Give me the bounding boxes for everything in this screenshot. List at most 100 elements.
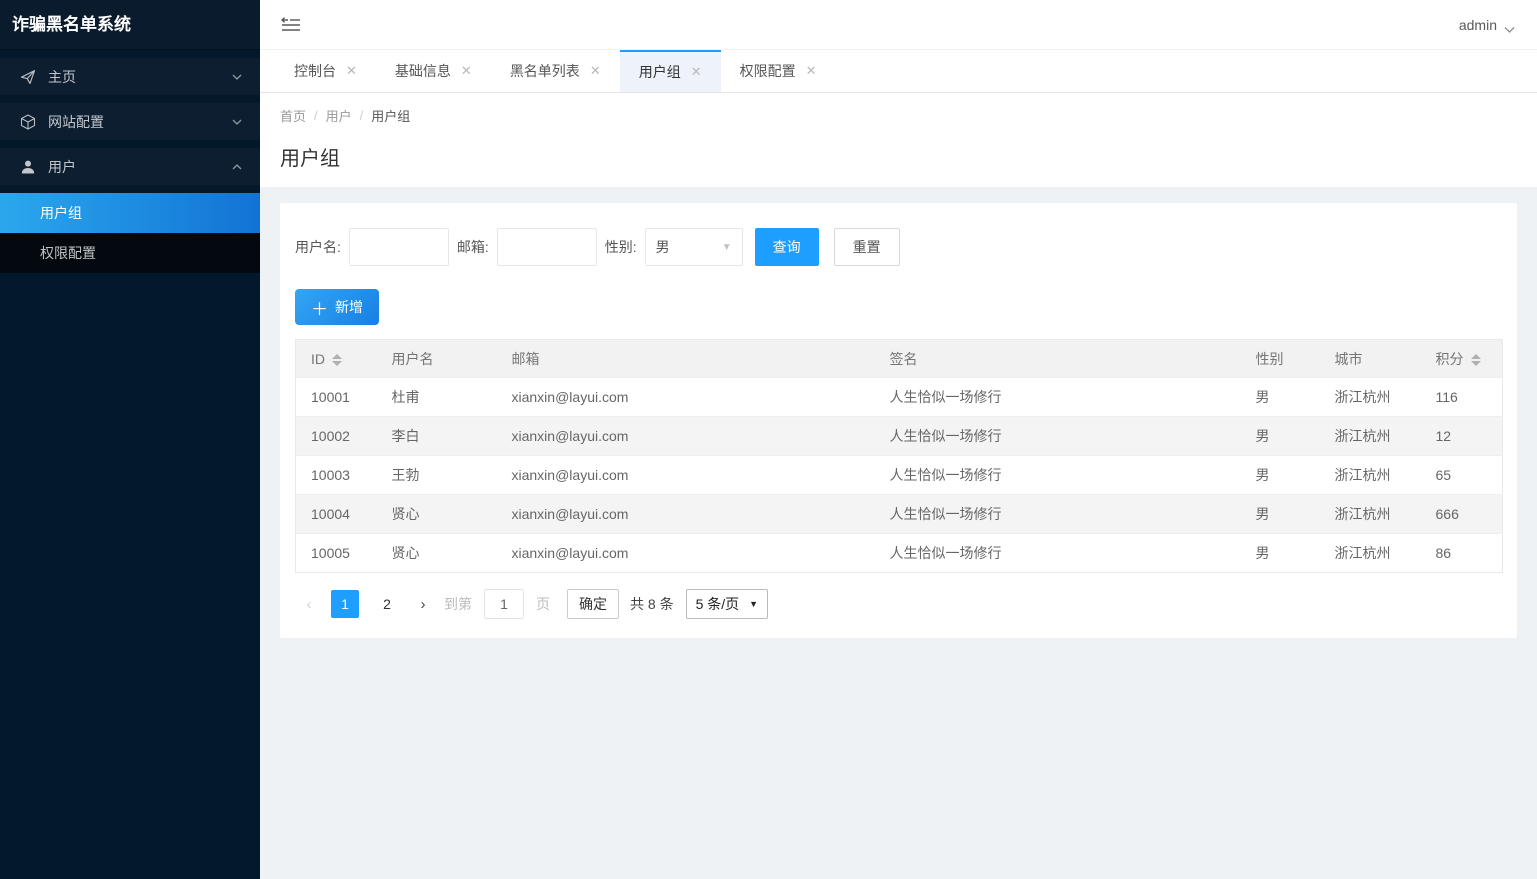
cell-username: 李白 <box>376 416 497 456</box>
close-icon[interactable]: ✕ <box>461 63 472 79</box>
page-unit-label: 页 <box>536 596 550 612</box>
gender-label: 性别: <box>604 239 637 255</box>
username-input[interactable] <box>348 228 449 266</box>
column-header-score[interactable]: 积分 <box>1420 339 1503 378</box>
sort-icon[interactable] <box>332 353 342 366</box>
user-table: ID 用户名 邮箱 签名 性别 城市 积分 10001 杜甫 xianxin@l… <box>295 339 1503 573</box>
chevron-down-icon <box>1504 21 1515 33</box>
goto-page-input[interactable] <box>484 589 524 619</box>
sidebar-item-site-config[interactable]: 网站配置 <box>0 103 260 140</box>
sort-icon[interactable] <box>1470 353 1481 366</box>
cell-email: xianxin@layui.com <box>496 494 875 534</box>
search-button[interactable]: 查询 <box>754 228 819 266</box>
page-button-2[interactable]: 2 <box>373 590 401 618</box>
tab-permission-config[interactable]: 权限配置 ✕ <box>721 50 836 92</box>
cell-email: xianxin@layui.com <box>496 455 875 495</box>
content-area: 用户名: 邮箱: 性别: 男 ▼ 查询 重置 ＋ 新增 ID 用户名 邮箱 签名… <box>260 187 1537 879</box>
table-row: 10003 王勃 xianxin@layui.com 人生恰似一场修行 男 浙江… <box>295 455 1503 495</box>
tab-label: 黑名单列表 <box>509 63 580 79</box>
page-title: 用户组 <box>280 148 340 170</box>
cell-email: xianxin@layui.com <box>496 533 875 573</box>
breadcrumb-separator: / <box>314 108 318 123</box>
cell-username: 杜甫 <box>376 377 497 417</box>
cell-score: 86 <box>1420 533 1503 573</box>
pagination: ‹ 1 2 › 到第 页 确定 共 8 条 5 条/页 ▼ <box>295 589 1502 619</box>
gender-selected-value: 男 <box>655 239 670 255</box>
cell-city: 浙江杭州 <box>1319 494 1421 534</box>
goto-label: 到第 <box>444 596 472 612</box>
column-header-email: 邮箱 <box>496 339 875 378</box>
cell-id: 10002 <box>295 416 377 456</box>
sidebar-item-home[interactable]: 主页 <box>0 58 260 95</box>
sidebar-item-permission-config[interactable]: 权限配置 <box>0 233 260 273</box>
column-header-username: 用户名 <box>376 339 497 378</box>
email-label: 邮箱: <box>456 239 489 255</box>
cell-signature: 人生恰似一场修行 <box>874 416 1241 456</box>
prev-page-button[interactable]: ‹ <box>301 596 317 613</box>
cell-gender: 男 <box>1240 455 1320 495</box>
close-icon[interactable]: ✕ <box>806 63 817 79</box>
cell-gender: 男 <box>1240 377 1320 417</box>
user-icon <box>20 159 36 175</box>
cell-username: 王勃 <box>376 455 497 495</box>
table-header-row: ID 用户名 邮箱 签名 性别 城市 积分 <box>295 339 1503 378</box>
breadcrumb-current: 用户组 <box>371 109 411 124</box>
tab-blacklist[interactable]: 黑名单列表 ✕ <box>491 50 620 92</box>
tab-label: 基础信息 <box>394 63 451 79</box>
paper-plane-icon <box>20 69 36 85</box>
user-menu[interactable]: admin <box>1459 17 1515 33</box>
cell-signature: 人生恰似一场修行 <box>874 494 1241 534</box>
table-row: 10001 杜甫 xianxin@layui.com 人生恰似一场修行 男 浙江… <box>295 377 1503 417</box>
page-size-value: 5 条/页 <box>695 596 740 612</box>
sidebar-item-user[interactable]: 用户 <box>0 148 260 185</box>
select-arrow-icon: ▼ <box>721 241 732 253</box>
column-header-id[interactable]: ID <box>295 339 377 378</box>
plus-icon: ＋ <box>311 299 328 319</box>
page-head: 首页 / 用户 / 用户组 用户组 <box>260 93 1537 187</box>
search-form: 用户名: 邮箱: 性别: 男 ▼ 查询 重置 <box>295 228 1502 266</box>
confirm-button[interactable]: 确定 <box>567 589 619 619</box>
next-page-button[interactable]: › <box>415 596 431 613</box>
sidebar-item-label: 主页 <box>48 68 76 85</box>
breadcrumb-user[interactable]: 用户 <box>326 106 352 125</box>
sidebar-item-user-group[interactable]: 用户组 <box>0 193 260 233</box>
tab-label: 权限配置 <box>739 63 796 79</box>
total-count-label: 共 8 条 <box>630 596 674 612</box>
tab-user-group[interactable]: 用户组 ✕ <box>619 50 721 92</box>
sidebar-item-label: 用户 <box>48 158 76 175</box>
sidebar-subitem-label: 用户组 <box>40 205 82 221</box>
cell-score: 12 <box>1420 416 1503 456</box>
close-icon[interactable]: ✕ <box>346 63 357 79</box>
tab-console[interactable]: 控制台 ✕ <box>275 50 376 92</box>
sidebar-subitem-label: 权限配置 <box>40 245 96 261</box>
cell-gender: 男 <box>1240 416 1320 456</box>
close-icon[interactable]: ✕ <box>691 64 702 80</box>
column-header-signature: 签名 <box>874 339 1241 378</box>
sidebar-collapse-icon[interactable] <box>280 16 302 34</box>
cell-score: 666 <box>1420 494 1503 534</box>
breadcrumb-home[interactable]: 首页 <box>280 106 306 125</box>
cell-id: 10004 <box>295 494 377 534</box>
cell-username: 贤心 <box>376 494 497 534</box>
page-size-select[interactable]: 5 条/页 ▼ <box>685 589 769 619</box>
cell-city: 浙江杭州 <box>1319 416 1421 456</box>
chevron-up-icon <box>232 162 242 172</box>
cell-signature: 人生恰似一场修行 <box>874 377 1241 417</box>
cell-id: 10003 <box>295 455 377 495</box>
reset-button[interactable]: 重置 <box>833 228 900 266</box>
gender-select[interactable]: 男 ▼ <box>644 228 743 266</box>
cell-signature: 人生恰似一场修行 <box>874 455 1241 495</box>
close-icon[interactable]: ✕ <box>590 63 601 79</box>
app-title: 诈骗黑名单系统 <box>0 0 260 50</box>
page-button-1[interactable]: 1 <box>331 590 359 618</box>
email-input[interactable] <box>496 228 597 266</box>
breadcrumb-separator: / <box>359 108 364 123</box>
breadcrumb: 首页 / 用户 / 用户组 <box>280 106 1517 125</box>
cell-id: 10001 <box>295 377 377 417</box>
add-button[interactable]: ＋ 新增 <box>295 289 379 325</box>
tab-basic-info[interactable]: 基础信息 ✕ <box>376 50 491 92</box>
tab-label: 控制台 <box>294 63 336 79</box>
sidebar: 诈骗黑名单系统 主页 网站配置 用户 用户组 权限配置 <box>0 0 260 879</box>
sidebar-submenu-user: 用户组 权限配置 <box>0 193 260 273</box>
cell-city: 浙江杭州 <box>1319 455 1421 495</box>
